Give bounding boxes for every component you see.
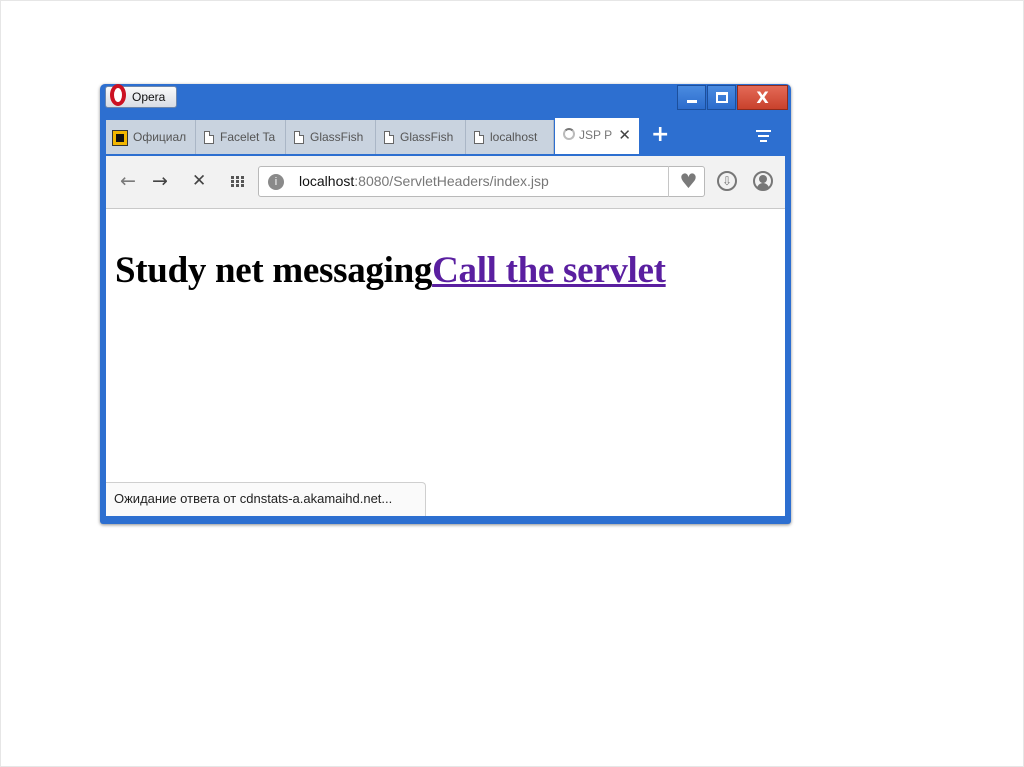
page-icon — [384, 131, 394, 144]
tab-bar: Официал Facelet Ta GlassFish GlassFish l… — [106, 118, 785, 156]
close-tab-icon[interactable]: ✕ — [618, 126, 631, 144]
new-tab-button[interactable]: + — [651, 124, 669, 146]
close-icon: X — [756, 88, 769, 107]
maximize-icon — [716, 92, 728, 103]
opera-logo-icon — [110, 84, 126, 106]
opera-menu-button[interactable]: Opera — [105, 84, 177, 108]
status-bar: Ожидание ответа от cdnstats-a.akamaihd.n… — [106, 482, 426, 516]
site-info-icon[interactable]: i — [268, 174, 284, 190]
tab-jsp-active[interactable]: JSP P ✕ — [555, 118, 639, 154]
bookmark-heart-icon[interactable]: ♥ — [672, 166, 705, 197]
speed-dial-icon[interactable] — [231, 175, 245, 187]
close-window-button[interactable]: X — [737, 85, 788, 110]
downloads-icon[interactable]: ⇩ — [717, 171, 737, 191]
favicon-brand-icon — [112, 130, 128, 146]
stop-button[interactable]: ✕ — [192, 170, 206, 192]
page-icon — [294, 131, 304, 144]
tab-title: Facelet Ta — [220, 130, 276, 144]
tab-official[interactable]: Официал — [106, 120, 196, 154]
page-heading: Study net messagingCall the servlet — [115, 249, 666, 292]
window-controls: X — [677, 85, 788, 111]
tab-menu-icon[interactable] — [756, 130, 771, 144]
page-icon — [204, 131, 214, 144]
minimize-button[interactable] — [677, 85, 706, 110]
navigation-toolbar: ← → ✕ i localhost:8080/ServletHeaders/in… — [106, 156, 785, 209]
tab-facelet[interactable]: Facelet Ta — [196, 120, 286, 154]
tab-title: localhost — [490, 130, 538, 144]
tab-glassfish-1[interactable]: GlassFish — [286, 120, 376, 154]
url-text[interactable]: localhost:8080/ServletHeaders/index.jsp — [299, 173, 549, 189]
address-bar[interactable]: i localhost:8080/ServletHeaders/index.js… — [258, 166, 705, 197]
page-content: Study net messagingCall the servlet Ожид… — [106, 209, 785, 516]
url-path: :8080/ServletHeaders/index.jsp — [354, 173, 549, 189]
opera-menu-label: Opera — [132, 90, 166, 104]
back-button[interactable]: ← — [120, 170, 136, 192]
address-divider — [668, 166, 669, 197]
minimize-icon — [687, 100, 697, 103]
tab-title: Официал — [133, 130, 187, 144]
maximize-button[interactable] — [707, 85, 736, 110]
tab-glassfish-2[interactable]: GlassFish — [376, 120, 466, 154]
page-icon — [474, 131, 484, 144]
tab-title: GlassFish — [400, 130, 454, 144]
forward-button[interactable]: → — [152, 170, 168, 192]
call-servlet-link[interactable]: Call the servlet — [432, 250, 666, 291]
tab-localhost[interactable]: localhost — [466, 120, 554, 154]
tab-title: GlassFish — [310, 130, 364, 144]
account-icon[interactable] — [753, 171, 773, 191]
heading-text: Study net messaging — [115, 250, 433, 291]
loading-spinner-icon — [563, 128, 575, 140]
tab-title: JSP P — [579, 128, 613, 142]
browser-window: Opera X Официал Facelet Ta GlassFish Gla… — [100, 84, 791, 524]
url-host: localhost — [299, 173, 355, 189]
